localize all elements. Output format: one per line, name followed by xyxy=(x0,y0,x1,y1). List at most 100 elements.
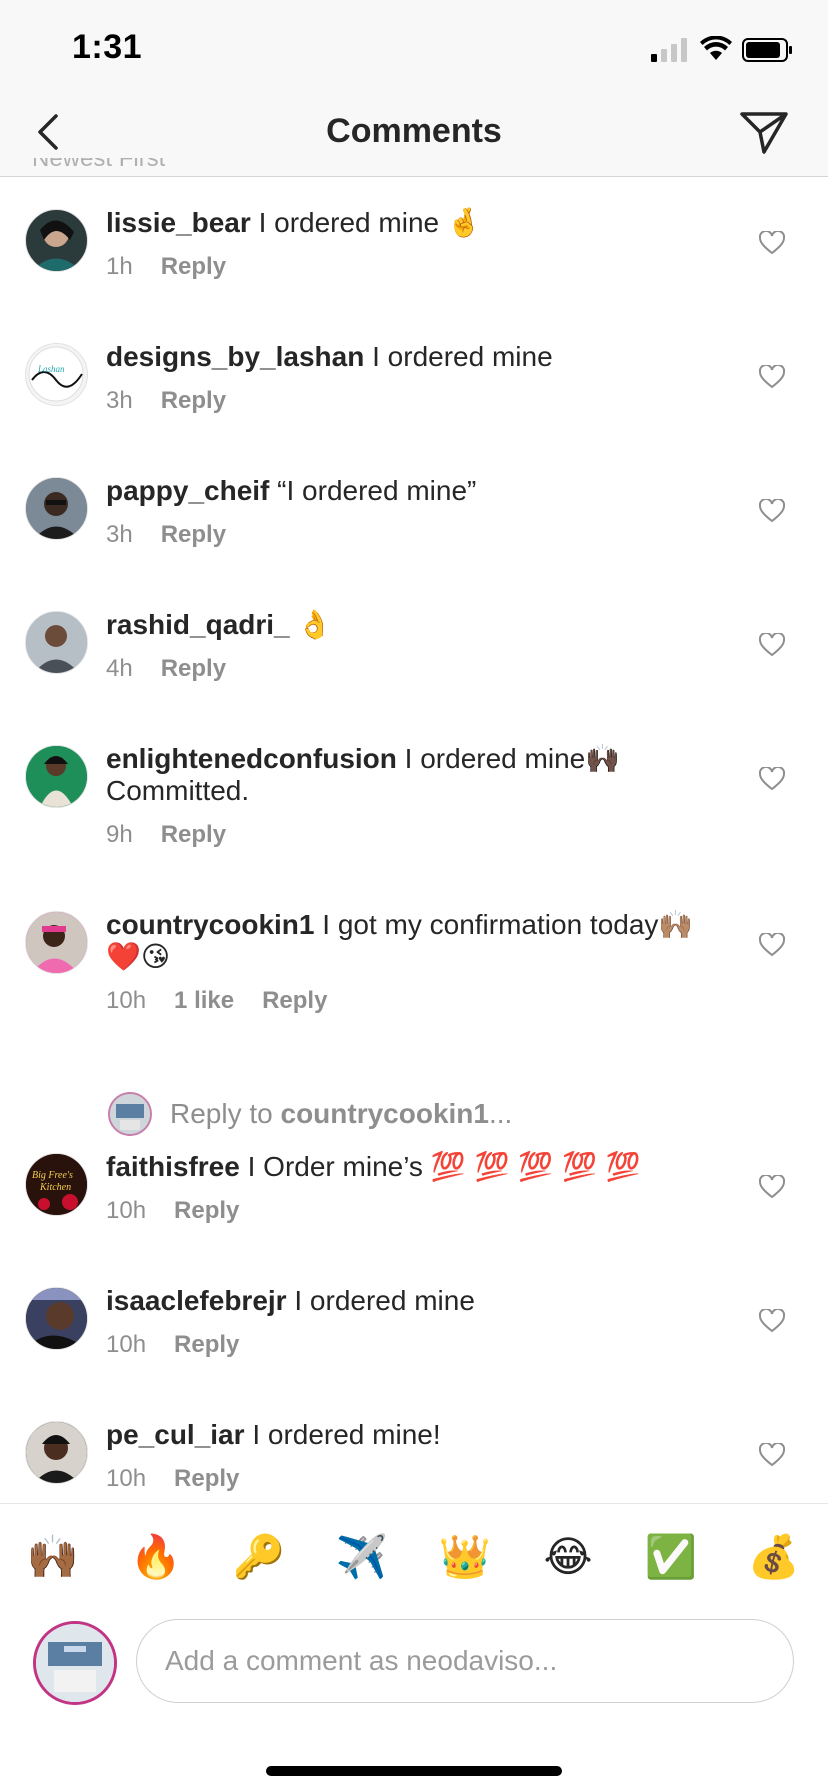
reply-button[interactable]: Reply xyxy=(161,253,226,280)
comment-text: enlightenedconfusion I ordered mine🙌🏿 Co… xyxy=(106,743,726,807)
comment-list[interactable]: lissie_bear I ordered mine 🤞 1h Reply Las… xyxy=(0,177,828,1503)
raising-hands-emoji-button[interactable]: 🙌🏾 xyxy=(26,1530,80,1584)
status-bar: 1:31 xyxy=(0,0,828,92)
my-mini-avatar xyxy=(108,1092,152,1136)
comment-composer xyxy=(0,1609,828,1719)
comment-time: 9h xyxy=(106,821,133,848)
fire-emoji-button[interactable]: 🔥 xyxy=(129,1530,183,1584)
svg-text:Big Free's: Big Free's xyxy=(32,1170,73,1181)
sort-order-label[interactable]: Newest First xyxy=(32,158,165,170)
comment-username[interactable]: rashid_qadri_ xyxy=(106,609,290,640)
comment-time: 3h xyxy=(106,521,133,548)
comment-body: I ordered mine xyxy=(294,1285,475,1316)
cellular-signal-icon xyxy=(651,38,687,62)
comment-text: lissie_bear I ordered mine 🤞 xyxy=(106,207,726,239)
comment-body: I ordered mine! xyxy=(252,1419,441,1450)
comment-time: 4h xyxy=(106,655,133,682)
likes-count[interactable]: 1 like xyxy=(174,987,234,1014)
comment-meta: 1h Reply xyxy=(106,253,226,281)
avatar[interactable] xyxy=(25,911,88,974)
avatar[interactable] xyxy=(25,1287,88,1350)
laughing-emoji-button[interactable]: 😂 xyxy=(541,1530,595,1584)
comment-username[interactable]: lissie_bear xyxy=(106,207,251,238)
comment-meta: 10h 1 like Reply xyxy=(106,987,327,1015)
like-heart-icon[interactable] xyxy=(759,499,785,523)
comment-time: 1h xyxy=(106,253,133,280)
like-heart-icon[interactable] xyxy=(759,365,785,389)
avatar[interactable]: Lashan xyxy=(25,343,88,406)
home-indicator[interactable] xyxy=(266,1766,562,1776)
comment-username[interactable]: designs_by_lashan xyxy=(106,341,364,372)
money-bag-emoji-button[interactable]: 💰 xyxy=(747,1530,801,1584)
svg-text:Kitchen: Kitchen xyxy=(39,1182,71,1193)
direct-send-icon[interactable] xyxy=(736,106,792,158)
comment-username[interactable]: faithisfree xyxy=(106,1151,240,1182)
comment-body: I ordered mine xyxy=(258,207,440,238)
comment-meta: 4h Reply xyxy=(106,655,226,683)
check-mark-emoji-button[interactable]: ✅ xyxy=(644,1530,698,1584)
like-heart-icon[interactable] xyxy=(759,1175,785,1199)
comment-body: I ordered mine xyxy=(404,743,586,774)
comment-username[interactable]: enlightenedconfusion xyxy=(106,743,397,774)
comment-body: I ordered mine xyxy=(372,341,553,372)
comment-time: 10h xyxy=(106,987,147,1014)
comment-username[interactable]: pe_cul_iar xyxy=(106,1419,245,1450)
wifi-icon xyxy=(700,36,732,60)
reply-button[interactable]: Reply xyxy=(174,1197,239,1224)
comment-body-line2: Committed. xyxy=(106,775,250,806)
reply-to-row[interactable]: Reply to countrycookin1... xyxy=(108,1092,728,1136)
comment-input-box[interactable] xyxy=(136,1619,794,1703)
like-heart-icon[interactable] xyxy=(759,1443,785,1467)
avatar[interactable] xyxy=(25,209,88,272)
avatar[interactable]: Big Free's Kitchen xyxy=(25,1153,88,1216)
avatar[interactable] xyxy=(25,611,88,674)
comment-body: I got my confirmation today xyxy=(322,909,659,940)
comment-time: 10h xyxy=(106,1197,147,1224)
reply-button[interactable]: Reply xyxy=(161,821,226,848)
my-avatar[interactable] xyxy=(33,1621,117,1705)
comment-meta: 3h Reply xyxy=(106,387,226,415)
crown-emoji-button[interactable]: 👑 xyxy=(438,1530,492,1584)
like-heart-icon[interactable] xyxy=(759,933,785,957)
quick-emoji-bar: 🙌🏾 🔥 🔑 ✈️ 👑 😂 ✅ 💰 xyxy=(0,1503,828,1610)
avatar[interactable] xyxy=(25,1421,88,1484)
comment-meta: 3h Reply xyxy=(106,521,226,549)
comment-text: countrycookin1 I got my confirmation tod… xyxy=(106,909,726,973)
reply-button[interactable]: Reply xyxy=(262,987,327,1014)
comment-body: I Order mine’s xyxy=(247,1151,423,1182)
comment-input[interactable] xyxy=(163,1636,767,1686)
page-title: Comments xyxy=(326,112,502,150)
comment-username[interactable]: pappy_cheif xyxy=(106,475,269,506)
reply-button[interactable]: Reply xyxy=(174,1331,239,1358)
comment-meta: 10h Reply xyxy=(106,1465,239,1493)
comment-emoji: 🤞 xyxy=(446,206,482,239)
comment-emoji: 💯 💯 💯 💯 💯 xyxy=(430,1150,641,1183)
avatar[interactable] xyxy=(25,477,88,540)
like-heart-icon[interactable] xyxy=(759,633,785,657)
reply-button[interactable]: Reply xyxy=(174,1465,239,1492)
comment-time: 3h xyxy=(106,387,133,414)
comment-text: pe_cul_iar I ordered mine! xyxy=(106,1419,726,1451)
comment-meta: 10h Reply xyxy=(106,1331,239,1359)
comment-username[interactable]: countrycookin1 xyxy=(106,909,314,940)
key-emoji-button[interactable]: 🔑 xyxy=(232,1530,286,1584)
like-heart-icon[interactable] xyxy=(759,231,785,255)
avatar[interactable] xyxy=(25,745,88,808)
airplane-emoji-button[interactable]: ✈️ xyxy=(335,1530,389,1584)
comment-text: isaaclefebrejr I ordered mine xyxy=(106,1285,726,1317)
reply-button[interactable]: Reply xyxy=(161,387,226,414)
like-heart-icon[interactable] xyxy=(759,767,785,791)
comment-text: rashid_qadri_ 👌 xyxy=(106,609,726,641)
comment-username[interactable]: isaaclefebrejr xyxy=(106,1285,287,1316)
status-time: 1:31 xyxy=(72,28,143,66)
comment-emoji: 👌 xyxy=(297,608,333,641)
battery-icon xyxy=(742,38,792,62)
comment-meta: 10h Reply xyxy=(106,1197,239,1225)
reply-button[interactable]: Reply xyxy=(161,521,226,548)
like-heart-icon[interactable] xyxy=(759,1309,785,1333)
reply-button[interactable]: Reply xyxy=(161,655,226,682)
reply-to-username: countrycookin1 xyxy=(280,1098,489,1129)
comment-emoji: 🙌🏽 xyxy=(658,908,694,941)
comment-meta: 9h Reply xyxy=(106,821,226,849)
comment-time: 10h xyxy=(106,1331,147,1358)
